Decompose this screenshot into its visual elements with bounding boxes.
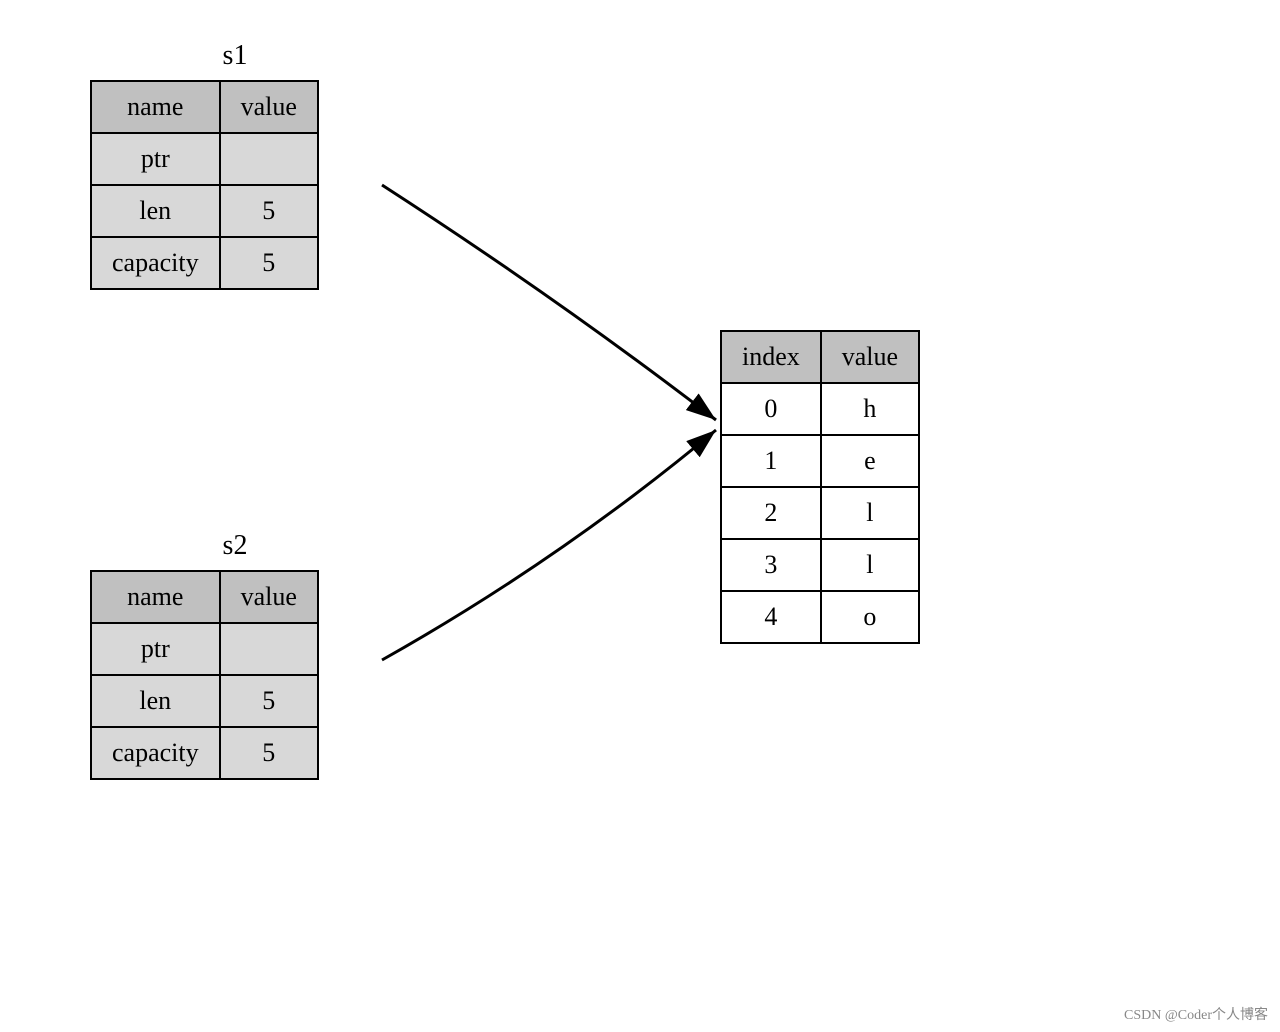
s1-arrow [382,185,716,420]
array-value-1: e [821,435,919,487]
s2-ptr-name: ptr [91,623,220,675]
array-row-0: 0 h [721,383,919,435]
array-row-4: 4 o [721,591,919,643]
array-table: index value 0 h 1 e 2 l 3 l 4 o [720,330,920,644]
array-col-value: value [821,331,919,383]
s1-row-capacity: capacity 5 [91,237,318,289]
s1-capacity-name: capacity [91,237,220,289]
s1-ptr-value [220,133,318,185]
array-header-row: index value [721,331,919,383]
s1-col-name: name [91,81,220,133]
diagram: s1 name value ptr len 5 capacity 5 s2 na… [0,0,1280,1032]
array-value-2: l [821,487,919,539]
s1-header-row: name value [91,81,318,133]
s2-row-ptr: ptr [91,623,318,675]
s2-row-capacity: capacity 5 [91,727,318,779]
s2-header-row: name value [91,571,318,623]
s1-row-len: len 5 [91,185,318,237]
s2-col-name: name [91,571,220,623]
s2-len-name: len [91,675,220,727]
array-index-4: 4 [721,591,821,643]
array-index-3: 3 [721,539,821,591]
s2-col-value: value [220,571,318,623]
s1-capacity-value: 5 [220,237,318,289]
watermark: CSDN @Coder个人博客 [1124,1004,1268,1024]
array-row-2: 2 l [721,487,919,539]
s1-label: s1 [90,40,380,72]
array-col-index: index [721,331,821,383]
s2-row-len: len 5 [91,675,318,727]
array-value-0: h [821,383,919,435]
s1-len-name: len [91,185,220,237]
s1-row-ptr: ptr [91,133,318,185]
s2-capacity-value: 5 [220,727,318,779]
array-index-1: 1 [721,435,821,487]
s1-col-value: value [220,81,318,133]
s2-label: s2 [90,530,380,562]
s2-table: name value ptr len 5 capacity 5 [90,570,319,780]
s2-arrow [382,430,716,660]
s1-ptr-name: ptr [91,133,220,185]
array-row-1: 1 e [721,435,919,487]
s2-ptr-value [220,623,318,675]
array-value-3: l [821,539,919,591]
s2-capacity-name: capacity [91,727,220,779]
s1-len-value: 5 [220,185,318,237]
array-value-4: o [821,591,919,643]
array-index-0: 0 [721,383,821,435]
array-row-3: 3 l [721,539,919,591]
s1-table: name value ptr len 5 capacity 5 [90,80,319,290]
s2-len-value: 5 [220,675,318,727]
array-index-2: 2 [721,487,821,539]
